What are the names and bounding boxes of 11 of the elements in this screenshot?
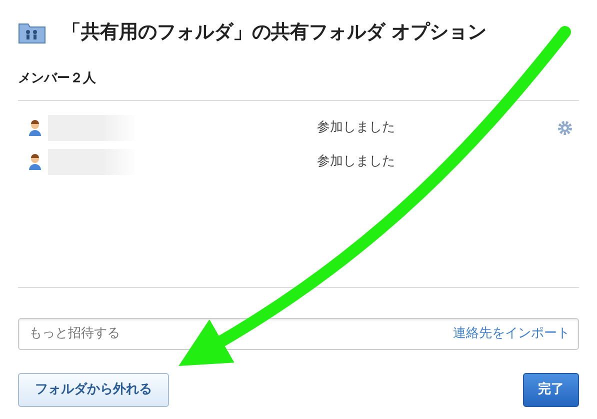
user-icon [28,154,42,170]
invite-field[interactable]: もっと招待する 連絡先をインポート [18,318,579,350]
settings-icon[interactable] [557,120,573,136]
member-status: 参加しました [317,153,396,172]
done-button[interactable]: 完了 [523,373,579,406]
import-contacts-link[interactable]: 連絡先をインポート [453,324,570,344]
user-icon [28,120,42,136]
member-count: メンバー２人 [18,68,579,101]
leave-folder-button[interactable]: フォルダから外れる [18,373,169,406]
member-status: 参加しました [317,119,396,138]
dialog-title: 「共有用のフォルダ」の共有フォルダ オプション [62,20,487,45]
